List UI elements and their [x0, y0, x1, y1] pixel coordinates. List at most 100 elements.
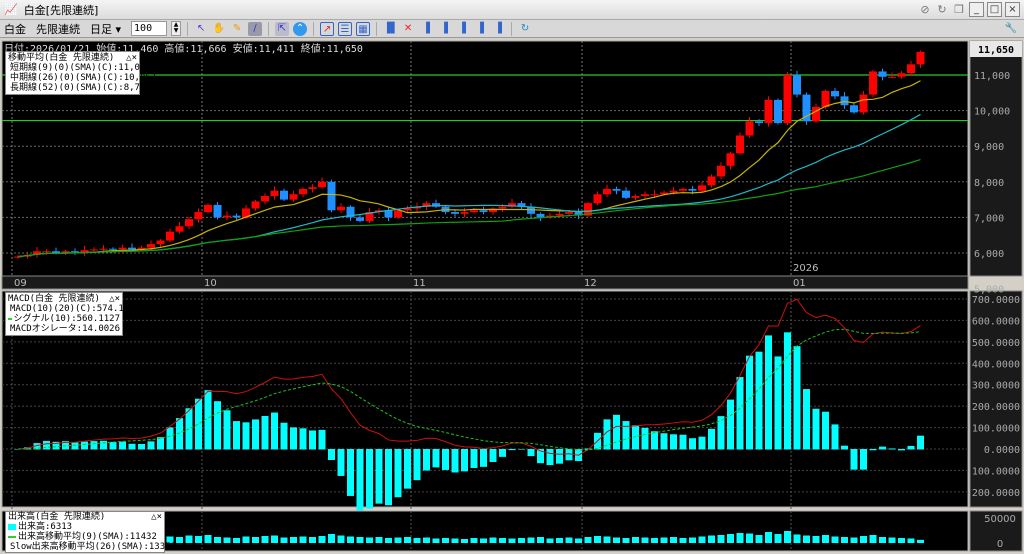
hand-icon[interactable]: ✋	[212, 22, 226, 36]
indicator-2-icon[interactable]: ▐	[437, 22, 451, 36]
macd-oscillator-bar	[793, 346, 801, 450]
indicator-4-icon[interactable]: ▐	[473, 22, 487, 36]
macd-oscillator-bar	[394, 449, 402, 498]
candle-body	[460, 212, 469, 214]
macd-oscillator-bar	[375, 449, 383, 504]
grid-layout-icon[interactable]: ☰	[338, 21, 353, 36]
candle-body	[479, 210, 488, 213]
volume-bar	[375, 537, 383, 543]
candle-body	[42, 251, 51, 253]
chart-area[interactable]: 11,000 10,000 9,000 8,000 7,000 6,000 5,000 09 1…	[0, 38, 1024, 554]
candle-body	[318, 181, 326, 188]
volume-bar	[356, 537, 364, 543]
macd-oscillator-bar	[432, 449, 440, 468]
candle-body	[764, 99, 773, 124]
volume-bar	[185, 535, 193, 543]
macd-oscillator-bar	[81, 441, 88, 450]
volume-bar	[556, 538, 563, 543]
macd-oscillator-bar	[869, 449, 877, 451]
ma-legend: 移動平均(白金 先限連続) △× 短期線(9)(0)(SMA)(C):11,045…	[5, 51, 156, 95]
draw-line-icon[interactable]: ∕	[248, 21, 263, 36]
contract-selector[interactable]: 先限連続	[36, 21, 80, 37]
volume-bar	[280, 537, 288, 543]
table-icon[interactable]: ▦	[356, 21, 371, 36]
chart-window-icon[interactable]: ↗	[320, 21, 335, 36]
volume-bar	[765, 532, 772, 543]
indicator-3-icon[interactable]: ▐	[455, 22, 469, 36]
macd-oscillator-bar	[404, 449, 411, 489]
volume-slow-ma-label: Slow出来高移動平均(26)(SMA):13371	[10, 542, 176, 552]
macd-oscillator-bar	[261, 415, 269, 450]
candle-body	[327, 181, 336, 211]
macd-oscillator-bar	[347, 449, 354, 496]
macd-tick-label: 400.0000	[972, 359, 1020, 370]
candle-body	[470, 210, 478, 213]
candle-body	[821, 91, 830, 108]
macd-oscillator-bar	[708, 428, 715, 450]
volume-bar	[793, 534, 801, 543]
candle-body	[565, 212, 573, 214]
volume-bar	[679, 538, 687, 543]
macd-oscillator-bar	[337, 449, 345, 476]
volume-bar	[309, 537, 316, 543]
minimize-button[interactable]: _	[969, 2, 984, 17]
volume-bar	[451, 538, 459, 543]
remove-indicator-icon[interactable]: ✕	[401, 22, 415, 36]
volume-bar	[252, 537, 259, 543]
candle-body	[498, 206, 507, 209]
reload-icon[interactable]: ↻	[518, 22, 532, 36]
volume-bar	[366, 537, 373, 543]
window-title: 白金[先限連続]	[23, 3, 99, 17]
macd-oscillator-bar	[166, 427, 174, 450]
macd-oscillator-bar	[233, 421, 240, 450]
symbol-selector[interactable]: 白金	[4, 21, 26, 37]
macd-oscillator-bar	[423, 449, 430, 471]
period-selector[interactable]: 日足 ▾	[90, 21, 121, 37]
candle-body	[536, 213, 545, 218]
crosshair-icon[interactable]: ⇱	[275, 21, 290, 36]
select-cursor-icon[interactable]: ↖	[194, 22, 208, 36]
price-tick-label: 9,000	[974, 142, 1004, 153]
macd-tick-label: 600.0000	[972, 316, 1020, 327]
volume-bar	[831, 536, 839, 543]
macd-oscillator-bar	[280, 422, 288, 450]
volume-bar	[727, 534, 734, 543]
macd-oscillator-bar	[803, 389, 810, 450]
volume-label: 出来高:6313	[18, 522, 73, 532]
divider	[376, 21, 378, 36]
macd-oscillator-bar	[223, 410, 231, 450]
osc-label: MACDオシレータ:14.0026	[10, 324, 121, 334]
indicator-5-icon[interactable]: ▐	[491, 22, 505, 36]
indicator-menu-icon[interactable]: ▐▌	[383, 22, 398, 36]
pencil-icon[interactable]: ✎	[230, 22, 244, 36]
settings-wrench-icon[interactable]: 🔧	[1004, 22, 1018, 36]
candle-body	[669, 190, 678, 193]
macd-oscillator-bar	[100, 440, 107, 450]
volume-bar	[508, 538, 516, 543]
legend-close-icon[interactable]: △×	[151, 512, 162, 522]
volume-bar	[290, 537, 297, 543]
bar-count-input[interactable]: 100	[131, 21, 168, 36]
refresh-icon[interactable]: ↻	[935, 3, 949, 17]
maximize-button[interactable]: □	[987, 2, 1002, 17]
candle-body	[897, 73, 906, 77]
link-icon[interactable]: ⊘	[918, 3, 932, 17]
macd-oscillator-bar	[641, 427, 649, 450]
scroll-up-icon[interactable]: ⌃	[293, 21, 308, 36]
candle-body	[109, 248, 117, 250]
macd-oscillator-bar	[242, 422, 250, 450]
indicator-1-icon[interactable]: ▐	[419, 22, 433, 36]
volume-bar	[774, 534, 782, 543]
legend-close-icon[interactable]: △×	[109, 294, 120, 304]
macd-tick-label: -100.0000	[966, 466, 1020, 477]
legend-close-icon[interactable]: △×	[126, 53, 137, 63]
candle-body	[831, 91, 839, 97]
close-button[interactable]: ×	[1005, 2, 1020, 17]
price-tick-label: 6,000	[974, 249, 1004, 260]
candle-body	[261, 196, 269, 202]
macd-oscillator-bar	[461, 449, 468, 472]
volume-bar	[622, 538, 630, 543]
copy-window-icon[interactable]: ❐	[952, 3, 966, 17]
bar-count-stepper[interactable]: ▲ ▼	[171, 21, 182, 36]
candle-body	[698, 185, 706, 191]
